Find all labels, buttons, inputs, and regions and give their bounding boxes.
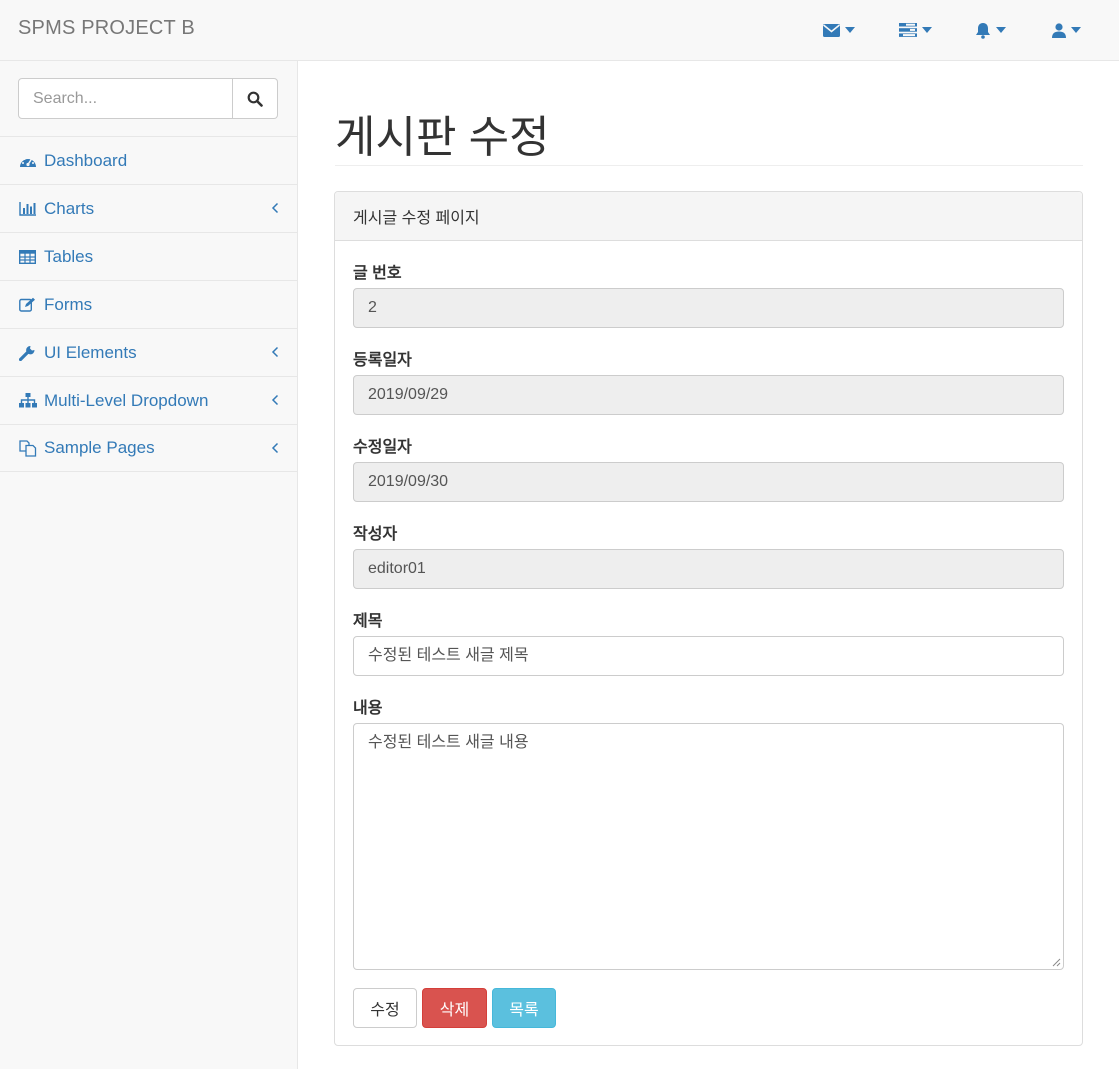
post-no-label: 글 번호 <box>353 265 402 282</box>
list-button[interactable]: 목록 <box>492 988 556 1028</box>
caret-down-icon <box>922 27 932 33</box>
content-label: 내용 <box>353 700 383 717</box>
search-icon <box>247 91 263 107</box>
writer-label: 작성자 <box>353 526 398 543</box>
main-content: 게시판 수정 게시글 수정 페이지 글 번호 2 등록일자 2019/09/29… <box>298 61 1119 1069</box>
edit-panel: 게시글 수정 페이지 글 번호 2 등록일자 2019/09/29 수정일자 2… <box>334 191 1083 1046</box>
sidebar-item-label: Sample Pages <box>44 438 155 457</box>
post-no-group: 글 번호 2 <box>353 259 1064 328</box>
sidebar-item-label: UI Elements <box>44 342 137 362</box>
caret-down-icon <box>996 27 1006 33</box>
tasks-dropdown[interactable] <box>899 20 932 40</box>
sidebar-item-sample-pages[interactable]: Sample Pages <box>0 424 297 472</box>
mod-date-group: 수정일자 2019/09/30 <box>353 433 1064 502</box>
chevron-left-icon <box>271 442 279 454</box>
caret-down-icon <box>845 27 855 33</box>
page-title: 게시판 수정 <box>335 113 550 162</box>
search-button[interactable] <box>233 78 278 119</box>
edit-icon <box>19 297 37 313</box>
sidebar-item-ui-elements[interactable]: UI Elements <box>0 328 297 376</box>
chevron-left-icon <box>271 346 279 358</box>
dashboard-icon <box>19 153 37 169</box>
sidebar-item-multi-level-dropdown[interactable]: Multi-Level Dropdown <box>0 376 297 424</box>
action-buttons: 수정 삭제 목록 <box>353 988 556 1028</box>
content-text: 수정된 테스트 새글 내용 <box>368 734 529 751</box>
sidebar-menu: Dashboard Charts Tables Forms UI Element… <box>0 136 297 472</box>
reg-date-label: 등록일자 <box>353 352 412 369</box>
panel-heading: 게시글 수정 페이지 <box>335 192 1082 241</box>
modify-button[interactable]: 수정 <box>353 988 417 1028</box>
caret-down-icon <box>1071 27 1081 33</box>
table-icon <box>19 249 37 265</box>
writer-field[interactable]: editor01 <box>353 549 1064 589</box>
chevron-left-icon <box>271 202 279 214</box>
sidebar: Dashboard Charts <box>0 61 298 1069</box>
resize-handle-icon[interactable] <box>1051 957 1061 967</box>
files-icon <box>19 439 37 457</box>
sidebar-search <box>18 78 278 119</box>
sidebar-item-label: Multi-Level Dropdown <box>44 390 209 410</box>
sidebar-item-label: Dashboard <box>44 150 128 170</box>
sidebar-item-label: Tables <box>44 246 94 266</box>
chevron-left-icon <box>271 394 279 406</box>
envelope-icon <box>823 23 840 37</box>
title-input[interactable]: 수정된 테스트 새글 제목 <box>353 636 1064 676</box>
brand-title[interactable]: SPMS PROJECT B <box>18 17 195 40</box>
sidebar-item-charts[interactable]: Charts <box>0 184 297 232</box>
reg-date-group: 등록일자 2019/09/29 <box>353 346 1064 415</box>
mod-date-label: 수정일자 <box>353 439 412 456</box>
delete-button[interactable]: 삭제 <box>422 988 487 1028</box>
user-dropdown[interactable] <box>1052 20 1081 40</box>
sitemap-icon <box>19 393 37 409</box>
sidebar-item-tables[interactable]: Tables <box>0 232 297 280</box>
title-group: 제목 수정된 테스트 새글 제목 <box>353 607 1064 676</box>
tasks-icon <box>899 23 917 37</box>
top-navbar: SPMS PROJECT B <box>0 0 1119 61</box>
sidebar-item-forms[interactable]: Forms <box>0 280 297 328</box>
sidebar-item-dashboard[interactable]: Dashboard <box>0 136 297 184</box>
sidebar-item-label: Forms <box>44 294 93 314</box>
alerts-dropdown[interactable] <box>975 20 1006 40</box>
title-divider <box>335 165 1083 166</box>
title-label: 제목 <box>353 613 383 630</box>
bell-icon <box>976 22 990 39</box>
sidebar-item-label: Charts <box>44 198 95 218</box>
bar-chart-icon <box>19 201 37 217</box>
wrench-icon <box>19 345 37 361</box>
content-textarea[interactable]: 수정된 테스트 새글 내용 <box>353 723 1064 970</box>
content-group: 내용 수정된 테스트 새글 내용 <box>353 694 1064 970</box>
user-icon <box>1052 22 1066 38</box>
reg-date-field[interactable]: 2019/09/29 <box>353 375 1064 415</box>
writer-group: 작성자 editor01 <box>353 520 1064 589</box>
post-no-field[interactable]: 2 <box>353 288 1064 328</box>
search-input[interactable] <box>18 78 233 119</box>
messages-dropdown[interactable] <box>823 20 855 40</box>
mod-date-field[interactable]: 2019/09/30 <box>353 462 1064 502</box>
